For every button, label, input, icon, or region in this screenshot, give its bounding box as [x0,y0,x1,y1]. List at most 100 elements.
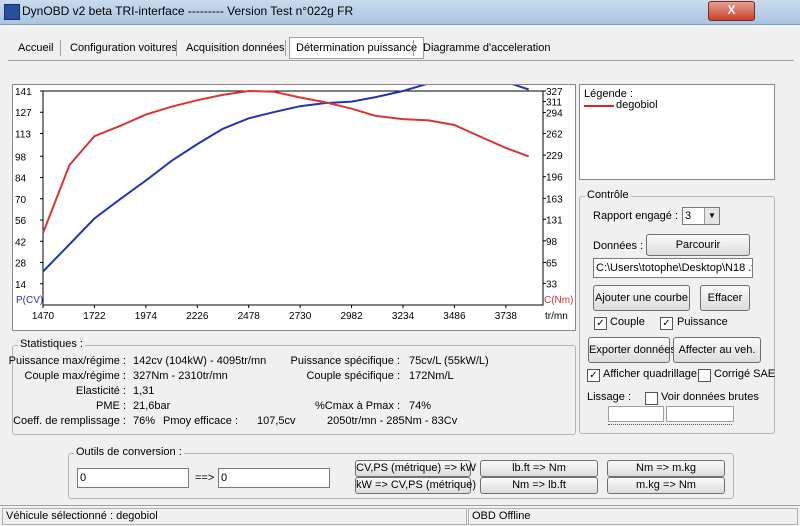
legend-swatch [584,105,614,107]
nm-to-lbft-button[interactable]: Nm => lb.ft [480,477,598,494]
tab-separator [60,40,61,56]
y-right-axis-label: C(Nm) [544,295,573,306]
y-left-tick-label: 14 [15,280,27,291]
couple-label: Couple [610,316,645,328]
rapport-label: Rapport engagé : [593,210,679,222]
y-right-tick-label: 33 [546,279,558,290]
lissage-slider-left[interactable] [608,406,664,422]
title-bar: DynOBD v2 beta TRI-interface --------- V… [0,0,800,25]
cv-to-kw-button[interactable]: CV,PS (métrique) => kW [355,460,476,477]
tab-separator [413,40,414,56]
lbft-to-nm-button[interactable]: lb.ft => Nm [480,460,598,477]
effacer-button[interactable]: Effacer [700,285,750,311]
couple-checkbox[interactable]: ✓ [594,317,607,330]
chart-svg: 141 127 113 98 84 70 56 42 28 14 327311294 262 229 19… [15,85,573,322]
status-obd: OBD Offline [468,508,798,525]
tab-separator [176,40,177,56]
tab-accueil[interactable]: Accueil [12,38,59,58]
stat-value: 172Nm/L [409,370,454,382]
exporter-donnees-button[interactable]: Exporter données [588,337,676,363]
affecter-vehicule-button[interactable]: Affecter au veh. [673,337,761,363]
y-right-tick-label: 163 [546,194,563,205]
quadrillage-label: Afficher quadrillage [603,368,697,380]
y-left-tick-label: 141 [15,87,32,98]
y-left-tick-label: 84 [15,174,27,185]
x-tick-label: 1722 [83,311,106,322]
x-tick-label: 3738 [495,311,518,322]
parcourir-button[interactable]: Parcourir [646,234,750,256]
lissage-slider-right[interactable] [666,406,734,422]
x-tick-label: 1470 [32,311,55,322]
stat-value: 21,6bar [133,400,171,412]
y-right-tick-label: 65 [546,258,558,269]
legend-box: Légende : degobiol [579,84,775,180]
stat-label: Couple max/régime : [24,370,127,382]
quadrillage-checkbox[interactable]: ✓ [587,369,600,382]
stat-value: 74% [409,400,432,412]
x-tick-label: 2982 [340,311,363,322]
y-left-tick-label: 56 [15,216,27,227]
donnees-label: Données : [593,240,644,252]
series-line-puissance [42,85,530,273]
tab-diagramme-acceleration[interactable]: Diagramme d'acceleration [417,38,556,58]
y-right-tick-label: 131 [546,215,563,226]
y-left-tick-label: 70 [15,195,27,206]
nm-to-mkg-button[interactable]: Nm => m.kg [607,460,725,477]
mkg-to-nm-button[interactable]: m.kg => Nm [607,477,725,494]
stat-value: 327Nm - 2310tr/mn [133,370,228,382]
x-axis-label: tr/mn [545,311,568,322]
remplissage-value: 76% [133,415,156,427]
puissance-label: Puissance [677,316,728,328]
close-button[interactable]: X [708,1,755,21]
puissance-checkbox[interactable]: ✓ [660,317,673,330]
app-icon [4,4,20,20]
donnees-brutes-label: Voir données brutes [661,391,759,403]
conversion-input[interactable]: 0 [77,468,189,488]
y-left-tick-label: 98 [15,152,27,163]
status-bar: Véhicule sélectionné : degobiol OBD Offl… [0,505,800,526]
tab-acquisition-donnees[interactable]: Acquisition données [180,38,290,58]
conversion-output[interactable]: 0 [218,468,330,488]
kw-to-cv-button[interactable]: kW => CV,PS (métrique) [355,477,476,494]
status-vehicle: Véhicule sélectionné : degobiol [2,508,467,525]
statistiques-title: Statistiques : [18,338,85,350]
series-line-couple [42,89,530,234]
y-right-tick-label: 229 [546,151,563,162]
tab-determination-puissance[interactable]: Détermination puissance [289,37,425,59]
window-title: DynOBD v2 beta TRI-interface --------- V… [22,4,354,18]
y-left-tick-label: 42 [15,237,27,248]
stat-label: Couple spécifique : [306,370,400,382]
y-right-tick-label: 294 [546,109,563,120]
pmoy-value: 107,5cv [257,415,296,427]
y-right-tick-label: 327 [546,87,563,98]
corrige-sae-checkbox[interactable] [698,369,711,382]
ajouter-courbe-button[interactable]: Ajouter une courbe [593,285,690,311]
pmoy-label: Pmoy efficace : [163,415,238,427]
tab-separator [285,40,286,56]
x-tick-label: 3486 [443,311,466,322]
chevron-down-icon[interactable]: ▼ [704,208,719,224]
y-left-axis-label: P(CV) [16,295,43,306]
stat-label: Puissance max/régime : [8,355,126,367]
y-right-tick-label: 311 [546,97,562,108]
file-path-input[interactable]: C:\Users\totophe\Desktop\N18 .t [593,258,753,278]
stat-value: 1,31 [133,385,155,397]
y-right-tick-label: 262 [546,130,563,141]
stat-value: 75cv/L (55kW/L) [409,355,489,367]
y-right-tick-label: 196 [546,173,563,184]
rapport-select[interactable]: 3 ▼ [682,207,720,225]
y-left-tick-label: 127 [15,108,32,119]
rapport-value: 3 [685,210,692,222]
donnees-brutes-checkbox[interactable] [645,392,658,405]
x-tick-label: 3234 [392,311,415,322]
tab-configuration-voitures[interactable]: Configuration voitures [64,38,183,58]
stat-extra: 2050tr/mn - 285Nm - 83Cv [327,415,458,427]
y-right-tick-label: 98 [546,237,558,248]
plot-frame [42,90,544,306]
y-left-tick-label: 28 [15,259,27,270]
x-tick-label: 1974 [135,311,158,322]
y-left-tick-label: 113 [15,129,31,140]
lissage-ticks [608,424,732,429]
power-torque-chart: 141 127 113 98 84 70 56 42 28 14 327 311 294 262 229 19… [12,84,576,331]
conversion-arrow: ==> [195,472,215,484]
